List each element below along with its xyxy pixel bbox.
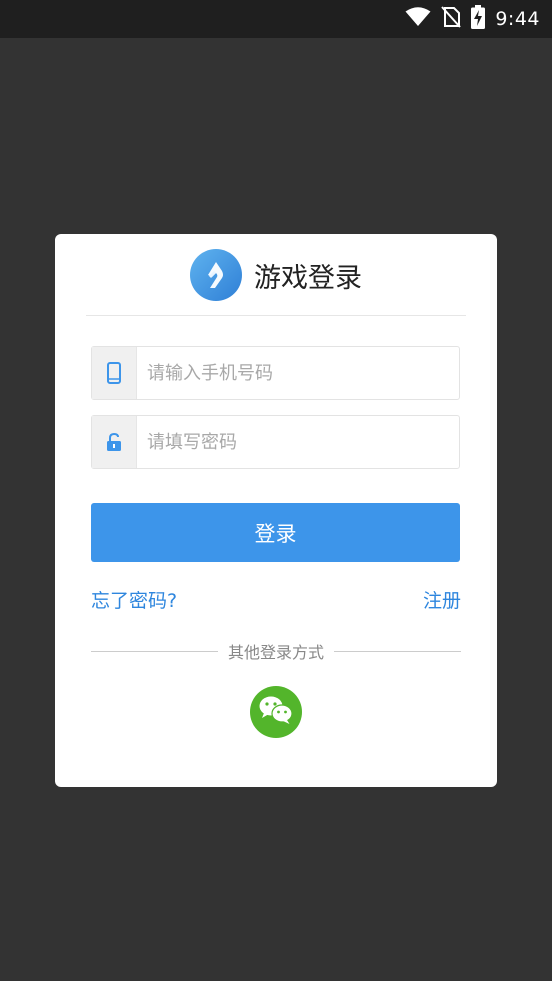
- phone-field[interactable]: [91, 346, 460, 400]
- register-link[interactable]: 注册: [423, 586, 461, 613]
- status-bar: 9:44: [0, 0, 552, 38]
- no-sim-icon: [441, 6, 462, 32]
- forgot-password-link[interactable]: 忘了密码?: [91, 586, 177, 613]
- login-button[interactable]: 登录: [91, 503, 460, 562]
- battery-charging-icon: [471, 5, 486, 33]
- phone-input[interactable]: [137, 347, 459, 399]
- wechat-icon: [258, 695, 294, 729]
- card-header: 游戏登录: [55, 234, 497, 316]
- divider-line-right: [334, 650, 462, 652]
- wechat-login-button[interactable]: [250, 686, 302, 738]
- password-input[interactable]: [137, 416, 459, 468]
- password-field[interactable]: [91, 415, 460, 469]
- divider-line-left: [91, 650, 218, 652]
- header-divider: [86, 315, 466, 316]
- page-title: 游戏登录: [254, 262, 362, 294]
- other-login-divider: 其他登录方式: [91, 638, 462, 664]
- lock-icon: [92, 416, 137, 468]
- other-login-label: 其他登录方式: [228, 643, 325, 662]
- login-card: 游戏登录 登录 忘了密码? 注册 其他登录方式: [55, 234, 497, 787]
- status-icons: 9:44: [405, 0, 540, 38]
- wifi-icon: [405, 7, 431, 31]
- status-time: 9:44: [495, 8, 540, 30]
- game-logo-icon: [190, 249, 242, 301]
- phone-icon: [92, 347, 137, 399]
